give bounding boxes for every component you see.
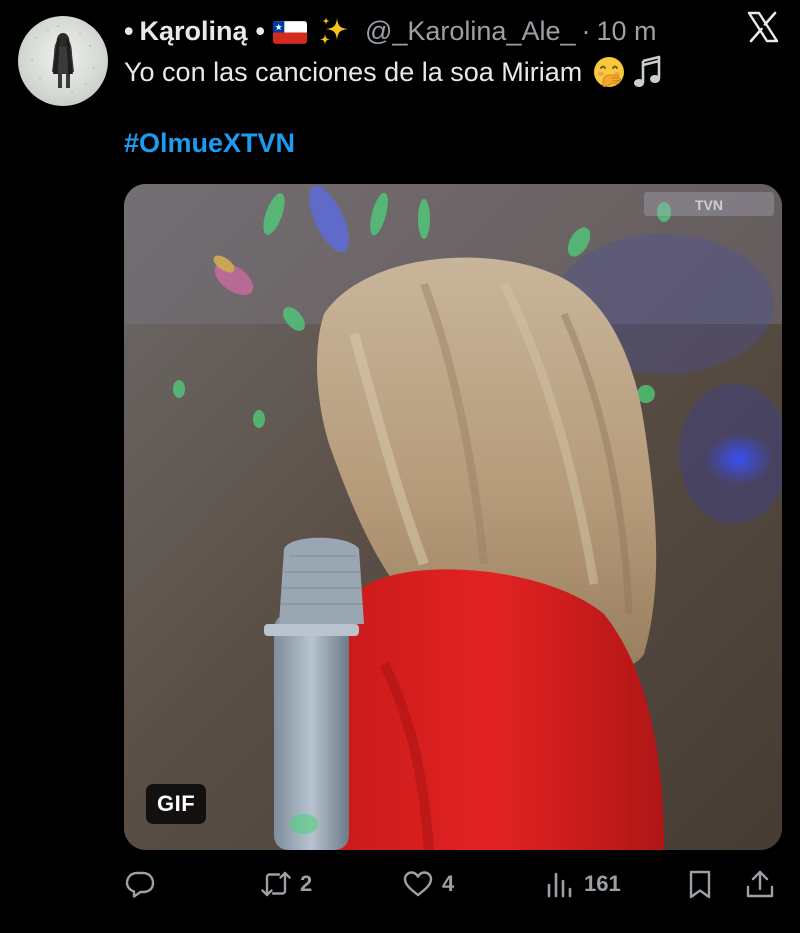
like-count: 4: [442, 871, 455, 896]
views-count: 161: [584, 871, 621, 896]
avatar[interactable]: [18, 16, 108, 106]
author-handle[interactable]: @_Karolina_Ale_: [365, 12, 576, 50]
retweet-count: 2: [300, 871, 313, 896]
bookmark-icon: [689, 870, 711, 899]
views-icon: [547, 872, 572, 898]
avatar-image: [31, 25, 95, 93]
share-button[interactable]: [744, 866, 776, 902]
gif-badge: GIF: [146, 784, 207, 824]
tweet: • Kąroliną • @_Karolina_Ale_ · 10 m Yo c…: [0, 0, 800, 933]
like-button[interactable]: 4: [402, 866, 454, 902]
tweet-text: Yo con las canciones de la soa Miriam: [124, 56, 583, 87]
chile-flag-icon: [272, 20, 307, 44]
heart-icon: [403, 871, 433, 897]
reply-button[interactable]: [124, 866, 164, 902]
bullet-right: •: [255, 16, 265, 46]
tweet-header: • Kąroliną • @_Karolina_Ale_ · 10 m: [124, 12, 657, 50]
sparkles-icon: [317, 14, 351, 48]
tv-watermark: TVN: [695, 197, 723, 213]
x-logo-icon[interactable]: [744, 8, 782, 46]
bullet-left: •: [124, 16, 134, 46]
retweet-icon: [261, 871, 291, 897]
reply-icon: [125, 871, 155, 898]
hashtag-link[interactable]: #OlmueXTVN: [124, 128, 295, 159]
bookmark-button[interactable]: [684, 866, 716, 902]
author-name[interactable]: Kąroliną: [139, 12, 247, 50]
time-separator: ·: [581, 16, 591, 46]
tweet-text-line: Yo con las canciones de la soa Miriam: [124, 52, 664, 92]
gif-frame: TVN: [124, 184, 782, 850]
retweet-button[interactable]: 2: [260, 866, 312, 902]
gif-media[interactable]: TVN GIF: [124, 184, 782, 850]
share-icon: [746, 870, 774, 898]
timestamp[interactable]: 10 m: [596, 12, 656, 50]
views-button[interactable]: 161: [544, 866, 621, 902]
action-bar: 2 4 161: [124, 866, 784, 902]
face-with-hand-over-mouth-icon: [592, 55, 626, 89]
musical-note-icon: [632, 55, 664, 89]
